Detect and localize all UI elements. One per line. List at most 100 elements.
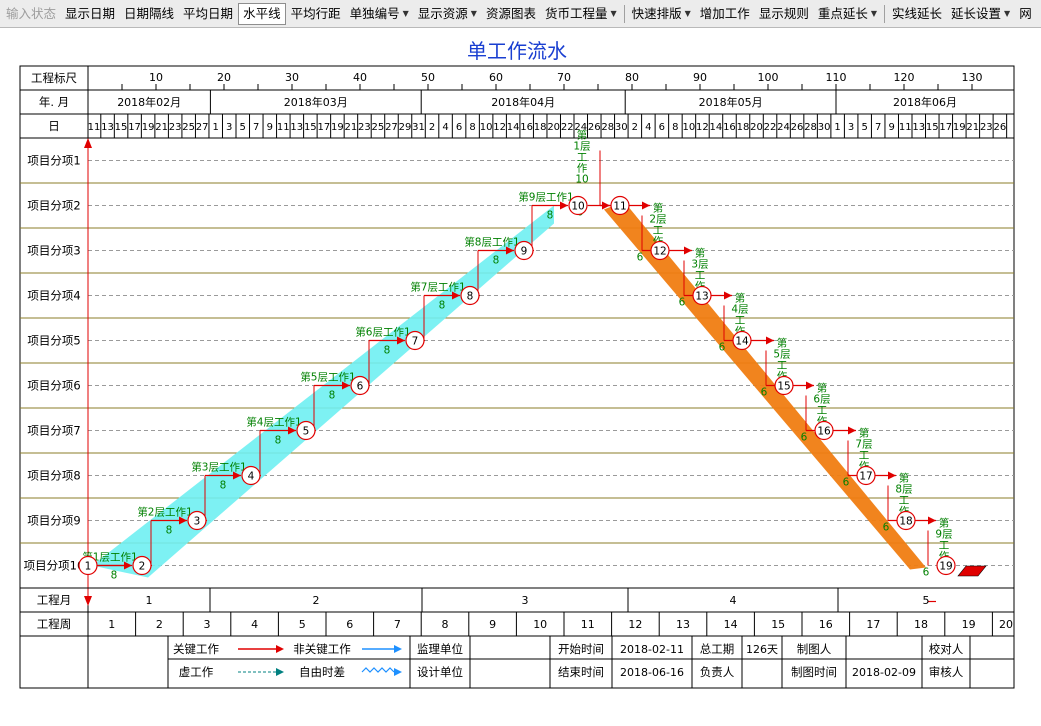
- footer-month-number: 1: [146, 594, 153, 607]
- work-label: 第8层工作1: [464, 236, 519, 249]
- chevron-down-icon[interactable]: ▼: [871, 3, 877, 25]
- event-node-number: 2: [139, 561, 146, 573]
- legend-noncritical-arrow-icon: [394, 645, 402, 653]
- toolbar-button-15[interactable]: 实线延长: [888, 3, 946, 25]
- arrowhead-icon: [888, 471, 896, 480]
- arrowhead-icon: [928, 516, 936, 525]
- toolbar-button-1[interactable]: 输入状态: [2, 3, 60, 25]
- arrowhead-icon: [848, 426, 856, 435]
- start-time-value: 2018-02-11: [620, 643, 684, 656]
- footer-month-number: 3: [522, 594, 529, 607]
- row-label: 项目分项1: [27, 154, 80, 168]
- day-label: 31: [412, 122, 425, 133]
- day-label: 27: [385, 122, 398, 133]
- toolbar-button-9[interactable]: 资源图表: [482, 3, 540, 25]
- toolbar-button-8[interactable]: 显示资源 ▼: [414, 3, 481, 25]
- day-label: 18: [737, 122, 750, 133]
- start-time-label: 开始时间: [558, 642, 604, 656]
- footer-week-number: 14: [724, 618, 738, 631]
- day-label: 7: [875, 122, 881, 133]
- toolbar-button-label: 显示资源: [417, 5, 468, 21]
- day-label: 21: [966, 122, 979, 133]
- legend-dummy-label: 虚工作: [179, 665, 214, 679]
- toolbar-button-16[interactable]: 延长设置 ▼: [947, 3, 1014, 25]
- chevron-down-icon[interactable]: ▼: [610, 3, 616, 25]
- reviewer-label: 审核人: [929, 665, 964, 679]
- toolbar-button-label: 日期隔线: [124, 5, 175, 21]
- day-label: 17: [128, 122, 141, 133]
- scale-tick-label: 10: [149, 71, 163, 84]
- footer-week-number: 5: [299, 618, 306, 631]
- event-node-number: 5: [303, 426, 310, 438]
- toolbar-button-10[interactable]: 货币工程量 ▼: [541, 3, 621, 25]
- work-duration: 6: [761, 387, 768, 399]
- arrowhead-icon: [642, 201, 650, 210]
- event-node-number: 4: [248, 471, 255, 483]
- day-label: 8: [672, 122, 678, 133]
- footer-week-label: 工程周: [37, 617, 72, 631]
- drafted-time-value: 2018-02-09: [852, 666, 916, 679]
- day-label: 30: [615, 122, 628, 133]
- legend-free-float-arrow-icon: [394, 668, 402, 676]
- end-time-label: 结束时间: [558, 665, 604, 679]
- event-node-number: 9: [521, 246, 528, 258]
- footer-week-number: 10: [533, 618, 547, 631]
- day-label: 23: [358, 122, 371, 133]
- chevron-down-icon[interactable]: ▼: [685, 3, 691, 25]
- day-label: 19: [142, 122, 155, 133]
- day-label: 20: [547, 122, 560, 133]
- manager-label: 负责人: [700, 665, 735, 679]
- chevron-down-icon[interactable]: ▼: [403, 3, 409, 25]
- toolbar-button-2[interactable]: 显示日期: [61, 3, 119, 25]
- arrowhead-icon: [806, 381, 814, 390]
- toolbar-button-12[interactable]: 增加工作: [696, 3, 754, 25]
- arrowhead-icon: [684, 246, 692, 255]
- footer-week-number: 7: [394, 618, 401, 631]
- day-label: 26: [588, 122, 601, 133]
- toolbar: 输入状态 显示日期 日期隔线 平均日期 水平线 平均行距 单独编号 ▼ 显示资源 ▼ 资源图表 货币工…: [0, 0, 1041, 28]
- toolbar-button-13[interactable]: 显示规则: [755, 3, 813, 25]
- toolbar-button-17[interactable]: 网: [1015, 3, 1036, 25]
- day-label: 16: [520, 122, 533, 133]
- work-label: 第4层工作1: [246, 416, 301, 429]
- toolbar-button-4[interactable]: 平均日期: [179, 3, 237, 25]
- scale-tick-label: 100: [758, 71, 779, 84]
- day-label: 28: [804, 122, 817, 133]
- work-duration: 8: [111, 570, 118, 582]
- footer-week-number: 13: [676, 618, 690, 631]
- toolbar-button-6[interactable]: 平均行距: [287, 3, 345, 25]
- day-label: 4: [442, 122, 448, 133]
- toolbar-button-5[interactable]: 水平线: [238, 2, 286, 25]
- designer-label: 设计单位: [417, 665, 463, 679]
- work-label: 第6层工作1: [355, 326, 410, 339]
- day-label: 29: [399, 122, 412, 133]
- day-label: 22: [764, 122, 777, 133]
- work-duration: 8: [275, 435, 282, 447]
- day-label: 11: [88, 122, 101, 133]
- toolbar-button-7[interactable]: 单独编号 ▼: [346, 3, 413, 25]
- work-duration: 6: [801, 432, 808, 444]
- footer-week-number: 4: [251, 618, 258, 631]
- row-label: 项目分项4: [27, 289, 80, 303]
- scale-tick-label: 120: [894, 71, 915, 84]
- chevron-down-icon[interactable]: ▼: [471, 3, 477, 25]
- scale-tick-label: 130: [962, 71, 983, 84]
- checker-label: 校对人: [929, 642, 964, 656]
- toolbar-button-14[interactable]: 重点延长 ▼: [814, 3, 881, 25]
- scale-tick-label: 80: [625, 71, 639, 84]
- toolbar-button-3[interactable]: 日期隔线: [120, 3, 178, 25]
- day-label: 17: [939, 122, 952, 133]
- chevron-down-icon[interactable]: ▼: [1004, 3, 1010, 25]
- day-label: 25: [182, 122, 195, 133]
- toolbar-button-11[interactable]: 快速排版 ▼: [628, 3, 695, 25]
- footer-week-number: 18: [914, 618, 928, 631]
- toolbar-button-label: 实线延长: [892, 5, 943, 21]
- day-label: 15: [115, 122, 128, 133]
- event-node-number: 11: [613, 201, 626, 213]
- work-duration: 6: [923, 567, 930, 579]
- scale-tick-label: 60: [489, 71, 503, 84]
- event-node-number: 13: [695, 291, 708, 303]
- day-label: 8: [469, 122, 475, 133]
- work-duration: 6: [843, 477, 850, 489]
- work-label: 第7层工作1: [410, 281, 465, 294]
